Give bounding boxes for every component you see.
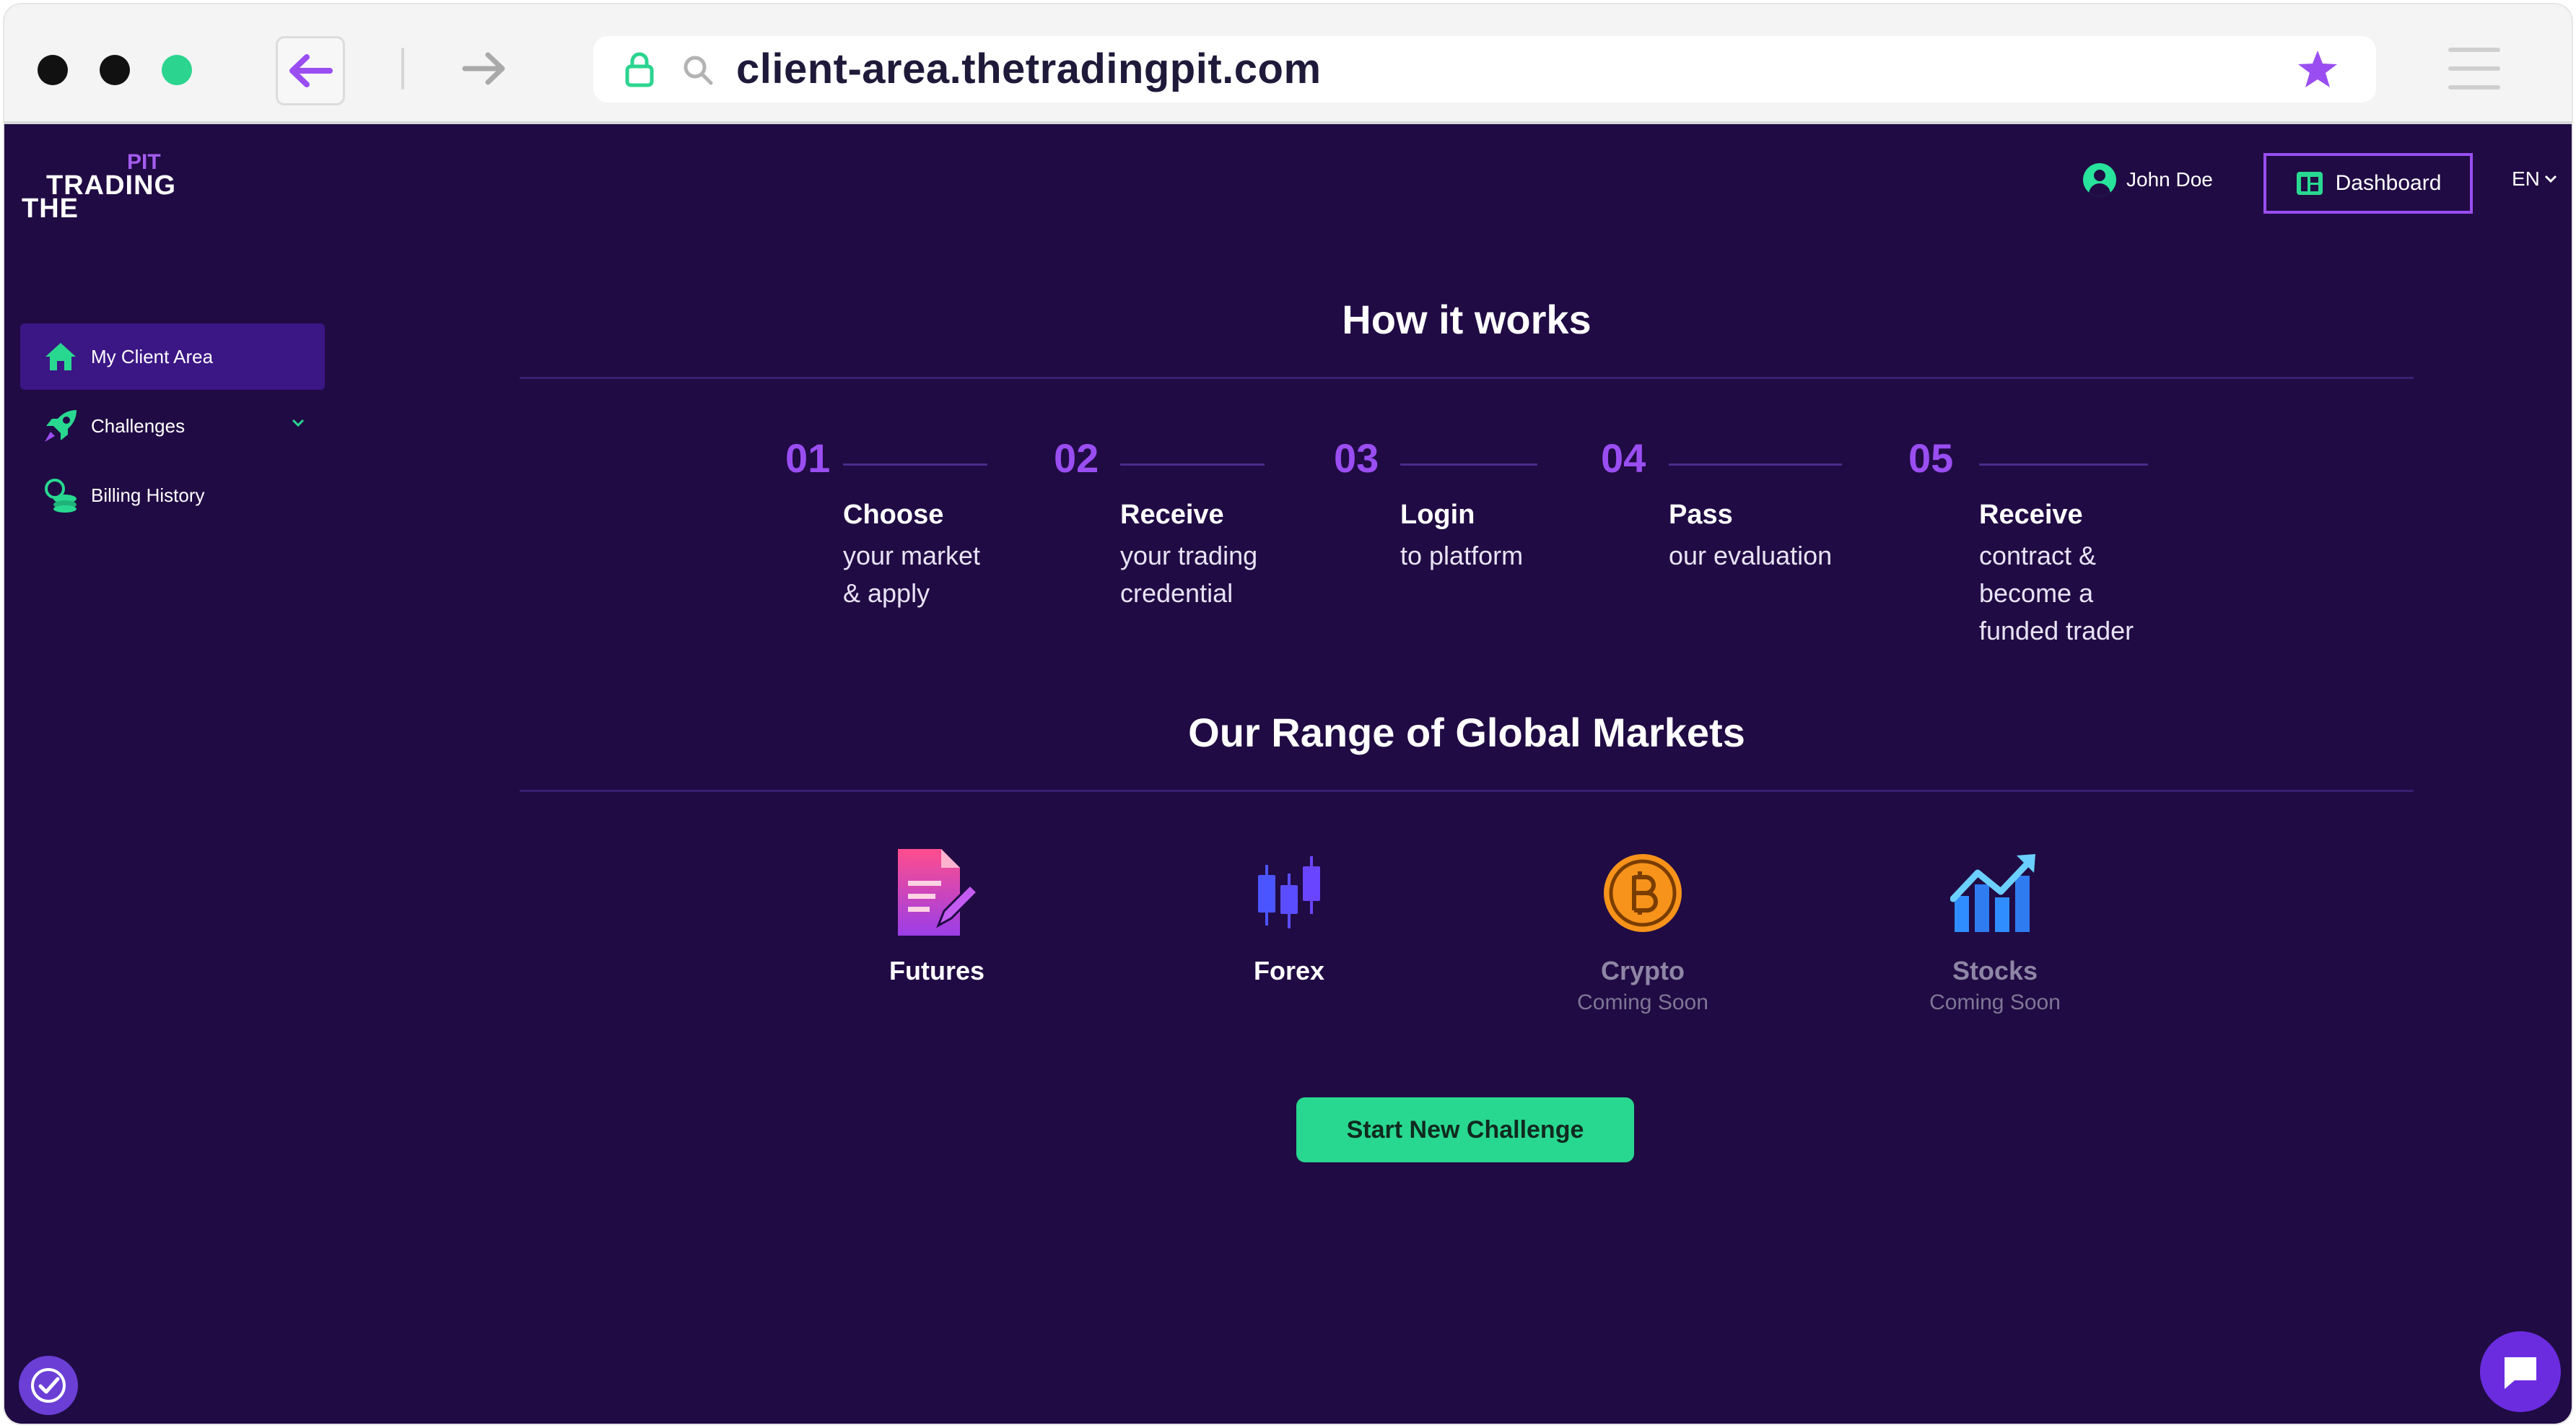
market-stocks[interactable]: Stocks Coming Soon [1908,846,2082,1015]
client-area-app: PIT TRADING THE John Doe Dashboard EN My… [4,124,2572,1424]
accessibility-icon [31,1368,66,1403]
step-description: your trading credential [1120,541,1258,608]
user-name: John Doe [2126,168,2213,191]
candlestick-icon [1242,846,1336,940]
step-line [1120,463,1265,466]
dashboard-label: Dashboard [2335,171,2442,195]
futures-document-icon [890,846,984,940]
step-number: 05 [1908,435,1954,481]
step-description: our evaluation [1669,541,1833,570]
forward-arrow-icon [462,52,505,85]
market-name: Stocks [1952,956,2038,985]
user-avatar-icon [2083,163,2116,196]
market-name: Crypto [1601,956,1685,985]
bitcoin-icon [1596,846,1690,940]
close-window-dot[interactable] [38,55,68,85]
sidebar-item-my-client-area[interactable]: My Client Area [20,323,325,390]
market-name: Forex [1253,956,1325,985]
menu-icon[interactable] [2448,48,2500,90]
sidebar-item-label: My Client Area [91,345,214,367]
step-description: to platform [1400,541,1524,570]
step-number: 04 [1601,435,1646,481]
dashboard-icon [2296,172,2323,195]
rocket-icon [40,406,81,446]
step-number: 03 [1334,435,1379,481]
back-arrow-icon [289,54,333,87]
coming-soon-label: Coming Soon [1577,991,1708,1014]
brand-logo[interactable]: PIT TRADING THE [22,150,195,224]
search-icon [684,56,713,85]
sidebar-item-label: Billing History [91,484,205,506]
sidebar-item-challenges[interactable]: Challenges [20,393,325,459]
lock-icon [625,52,654,87]
sidebar-item-billing-history[interactable]: Billing History [20,462,325,528]
step-title: Receive [1120,500,1224,530]
markets-divider [520,790,2414,792]
step-number: 02 [1054,435,1099,481]
address-bar[interactable]: client-area.thetradingpit.com [593,36,2376,103]
sidebar-item-label: Challenges [91,414,185,437]
star-icon[interactable] [2297,49,2339,90]
market-forex[interactable]: Forex [1202,846,1376,986]
coming-soon-label: Coming Soon [1929,991,2061,1014]
sidebar-nav: My Client Area Challenges Billing Histor… [20,323,325,531]
step-line [1400,463,1537,466]
nav-separator [401,48,404,90]
url-text[interactable]: client-area.thetradingpit.com [736,42,1322,97]
user-menu[interactable]: John Doe [2083,162,2213,198]
minimize-window-dot[interactable] [100,55,130,85]
stock-chart-icon [1948,846,2042,940]
chat-widget-button[interactable] [2480,1331,2561,1412]
markets-title: Our Range of Global Markets [1188,710,1745,755]
market-crypto[interactable]: Crypto Coming Soon [1556,846,1729,1015]
step-title: Pass [1669,500,1733,530]
how-it-works-divider [520,377,2414,379]
chevron-down-icon [2544,175,2557,183]
step-line [1979,463,2148,466]
home-icon [40,336,81,377]
coins-icon [40,475,81,515]
step-description: your market & apply [843,541,981,608]
market-futures[interactable]: Futures [850,846,1023,986]
step-number: 01 [785,435,831,481]
language-label: EN [2512,167,2540,190]
step-description: contract & become a funded trader [1979,541,2134,645]
step-line [1669,463,1842,466]
how-it-works-title: How it works [1342,297,1592,342]
step-title: Login [1400,500,1475,530]
chevron-down-icon[interactable] [290,417,306,429]
accessibility-widget-button[interactable] [19,1356,78,1415]
language-selector[interactable]: EN [2512,167,2559,191]
market-name: Futures [888,956,984,985]
browser-window: client-area.thetradingpit.com PIT TRADIN… [4,4,2572,1424]
chat-bubble-icon [2505,1357,2536,1389]
maximize-window-dot[interactable] [162,55,192,85]
logo-text-the: THE [22,193,79,224]
step-title: Choose [843,500,944,530]
step-line [843,463,987,466]
dashboard-button[interactable]: Dashboard [2263,153,2473,214]
back-button[interactable] [276,36,345,105]
start-new-challenge-button[interactable]: Start New Challenge [1296,1097,1634,1162]
step-title: Receive [1979,500,2083,530]
forward-button[interactable] [452,36,517,101]
browser-toolbar: client-area.thetradingpit.com [4,4,2572,124]
